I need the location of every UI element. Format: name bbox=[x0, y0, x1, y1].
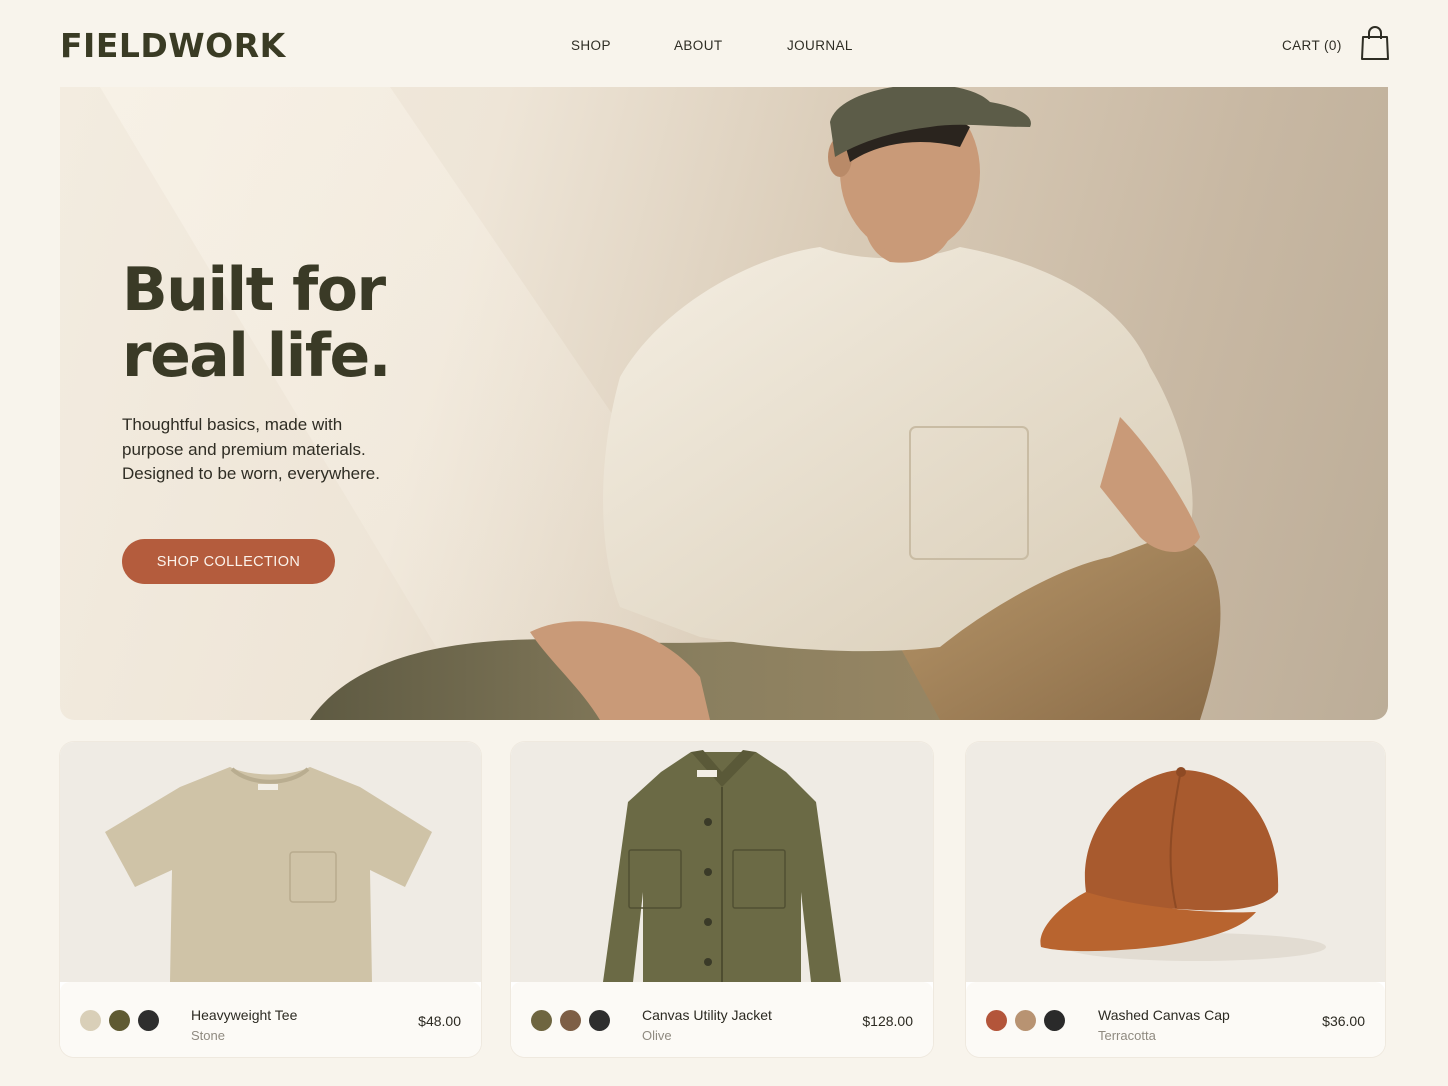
hero-model-photo bbox=[100, 87, 1221, 720]
product-name[interactable]: Heavyweight Tee bbox=[191, 1007, 297, 1023]
shop-collection-button[interactable]: SHOP COLLECTION bbox=[122, 539, 335, 584]
product-card-jacket[interactable]: Canvas Utility Jacket Olive $128.00 bbox=[511, 742, 933, 1057]
swatch-tee-1[interactable] bbox=[80, 1010, 101, 1031]
swatch-jacket-3[interactable] bbox=[589, 1010, 610, 1031]
nav-shop[interactable]: SHOP bbox=[571, 38, 611, 53]
site-header: FIELDWORK SHOP ABOUT JOURNAL CART (0) bbox=[0, 0, 1448, 87]
hero-title-line-2: real life. bbox=[122, 321, 391, 391]
product-card-tee[interactable]: Heavyweight Tee Stone $48.00 bbox=[60, 742, 481, 1057]
product-image-cap bbox=[966, 742, 1385, 982]
product-price: $48.00 bbox=[418, 1013, 461, 1029]
cart-link[interactable]: CART (0) bbox=[1282, 38, 1342, 53]
swatch-tee-3[interactable] bbox=[138, 1010, 159, 1031]
product-name[interactable]: Canvas Utility Jacket bbox=[642, 1007, 772, 1023]
hero-subtitle: Thoughtful basics, made with purpose and… bbox=[122, 413, 422, 487]
product-info-tee: Heavyweight Tee Stone $48.00 bbox=[60, 982, 481, 1057]
hero-subtitle-line-2: purpose and premium materials. bbox=[122, 439, 366, 459]
swatch-jacket-2[interactable] bbox=[560, 1010, 581, 1031]
product-image-tee bbox=[60, 742, 481, 982]
product-color: Stone bbox=[191, 1028, 225, 1043]
nav-about[interactable]: ABOUT bbox=[674, 38, 723, 53]
product-image-jacket bbox=[511, 742, 933, 982]
product-color: Terracotta bbox=[1098, 1028, 1156, 1043]
brand-logo[interactable]: FIELDWORK bbox=[60, 26, 286, 65]
shopping-bag-icon[interactable] bbox=[1360, 26, 1390, 67]
product-color: Olive bbox=[642, 1028, 672, 1043]
product-name[interactable]: Washed Canvas Cap bbox=[1098, 1007, 1230, 1023]
swatch-cap-3[interactable] bbox=[1044, 1010, 1065, 1031]
product-price: $36.00 bbox=[1322, 1013, 1365, 1029]
hero-title: Built for real life. bbox=[122, 257, 542, 389]
product-card-cap[interactable]: Washed Canvas Cap Terracotta $36.00 bbox=[966, 742, 1385, 1057]
swatch-cap-2[interactable] bbox=[1015, 1010, 1036, 1031]
hero-title-line-1: Built for bbox=[122, 255, 386, 325]
swatch-tee-2[interactable] bbox=[109, 1010, 130, 1031]
swatch-cap-1[interactable] bbox=[986, 1010, 1007, 1031]
swatch-jacket-1[interactable] bbox=[531, 1010, 552, 1031]
nav-journal[interactable]: JOURNAL bbox=[787, 38, 853, 53]
hero-subtitle-line-3: Designed to be worn, everywhere. bbox=[122, 464, 380, 483]
hero-banner: Built for real life. Thoughtful basics, … bbox=[60, 87, 1388, 720]
product-info-jacket: Canvas Utility Jacket Olive $128.00 bbox=[511, 982, 933, 1057]
product-info-cap: Washed Canvas Cap Terracotta $36.00 bbox=[966, 982, 1385, 1057]
hero-subtitle-line-1: Thoughtful basics, made with bbox=[122, 415, 343, 434]
product-price: $128.00 bbox=[862, 1013, 913, 1029]
